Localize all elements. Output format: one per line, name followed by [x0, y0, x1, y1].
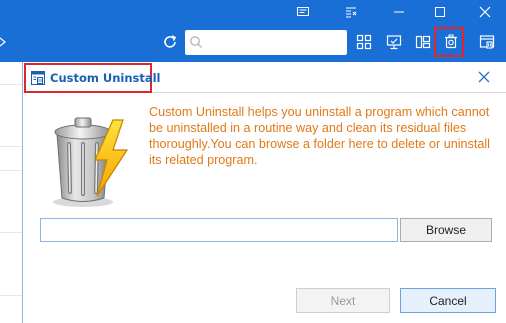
background-list	[0, 62, 22, 323]
search-input[interactable]	[207, 32, 347, 54]
dialog-header: Custom Uninstall	[23, 62, 506, 93]
minimize-icon-svg	[394, 11, 404, 13]
dialog-title-highlight: Custom Uninstall	[24, 63, 161, 93]
feedback-icon[interactable]	[292, 2, 314, 22]
windows-apps-icon-svg	[415, 35, 431, 49]
app-window: Custom Uninstall Custom Uninstall helps …	[0, 0, 506, 323]
chevron-right-icon-svg	[0, 37, 6, 47]
menu-icon[interactable]	[340, 2, 362, 22]
uninstall-icon-svg	[479, 35, 495, 49]
close-icon[interactable]	[474, 2, 496, 22]
dialog-title: Custom Uninstall	[50, 71, 161, 85]
cancel-button[interactable]: Cancel	[400, 288, 496, 313]
folder-path-input[interactable]	[40, 218, 398, 242]
browse-button[interactable]: Browse	[400, 218, 492, 242]
list-divider	[0, 84, 22, 85]
custom-uninstall-highlight	[434, 27, 464, 57]
monitor-icon[interactable]	[383, 31, 405, 53]
minimize-icon[interactable]	[388, 2, 410, 22]
monitor-icon-svg	[386, 35, 402, 50]
maximize-icon[interactable]	[429, 2, 451, 22]
dialog-close-icon-svg	[478, 71, 490, 83]
next-button[interactable]: Next	[296, 288, 390, 313]
list-divider	[0, 170, 22, 171]
menu-icon-svg	[346, 7, 357, 17]
chevron-right-icon[interactable]	[0, 31, 14, 53]
refresh-icon-svg	[164, 35, 177, 48]
list-divider	[0, 295, 22, 296]
trash-lightning-icon	[53, 117, 129, 207]
title-bar	[0, 0, 506, 62]
dialog-description: Custom Uninstall helps you uninstall a p…	[149, 105, 490, 167]
uninstall-icon[interactable]	[476, 31, 498, 53]
list-divider	[0, 232, 22, 233]
dialog-close-icon[interactable]	[475, 68, 493, 86]
grid-view-icon-svg	[356, 34, 372, 50]
maximize-icon-svg	[435, 7, 445, 17]
custom-uninstall-title-icon	[31, 71, 45, 85]
refresh-icon[interactable]	[159, 31, 181, 53]
list-divider	[0, 146, 22, 147]
search-icon	[190, 36, 202, 48]
close-icon-svg	[479, 6, 491, 18]
windows-apps-icon[interactable]	[412, 31, 434, 53]
custom-uninstall-dialog: Custom Uninstall Custom Uninstall helps …	[22, 62, 506, 323]
feedback-icon-svg	[297, 6, 309, 16]
search-box	[185, 30, 347, 55]
grid-view-icon[interactable]	[353, 31, 375, 53]
